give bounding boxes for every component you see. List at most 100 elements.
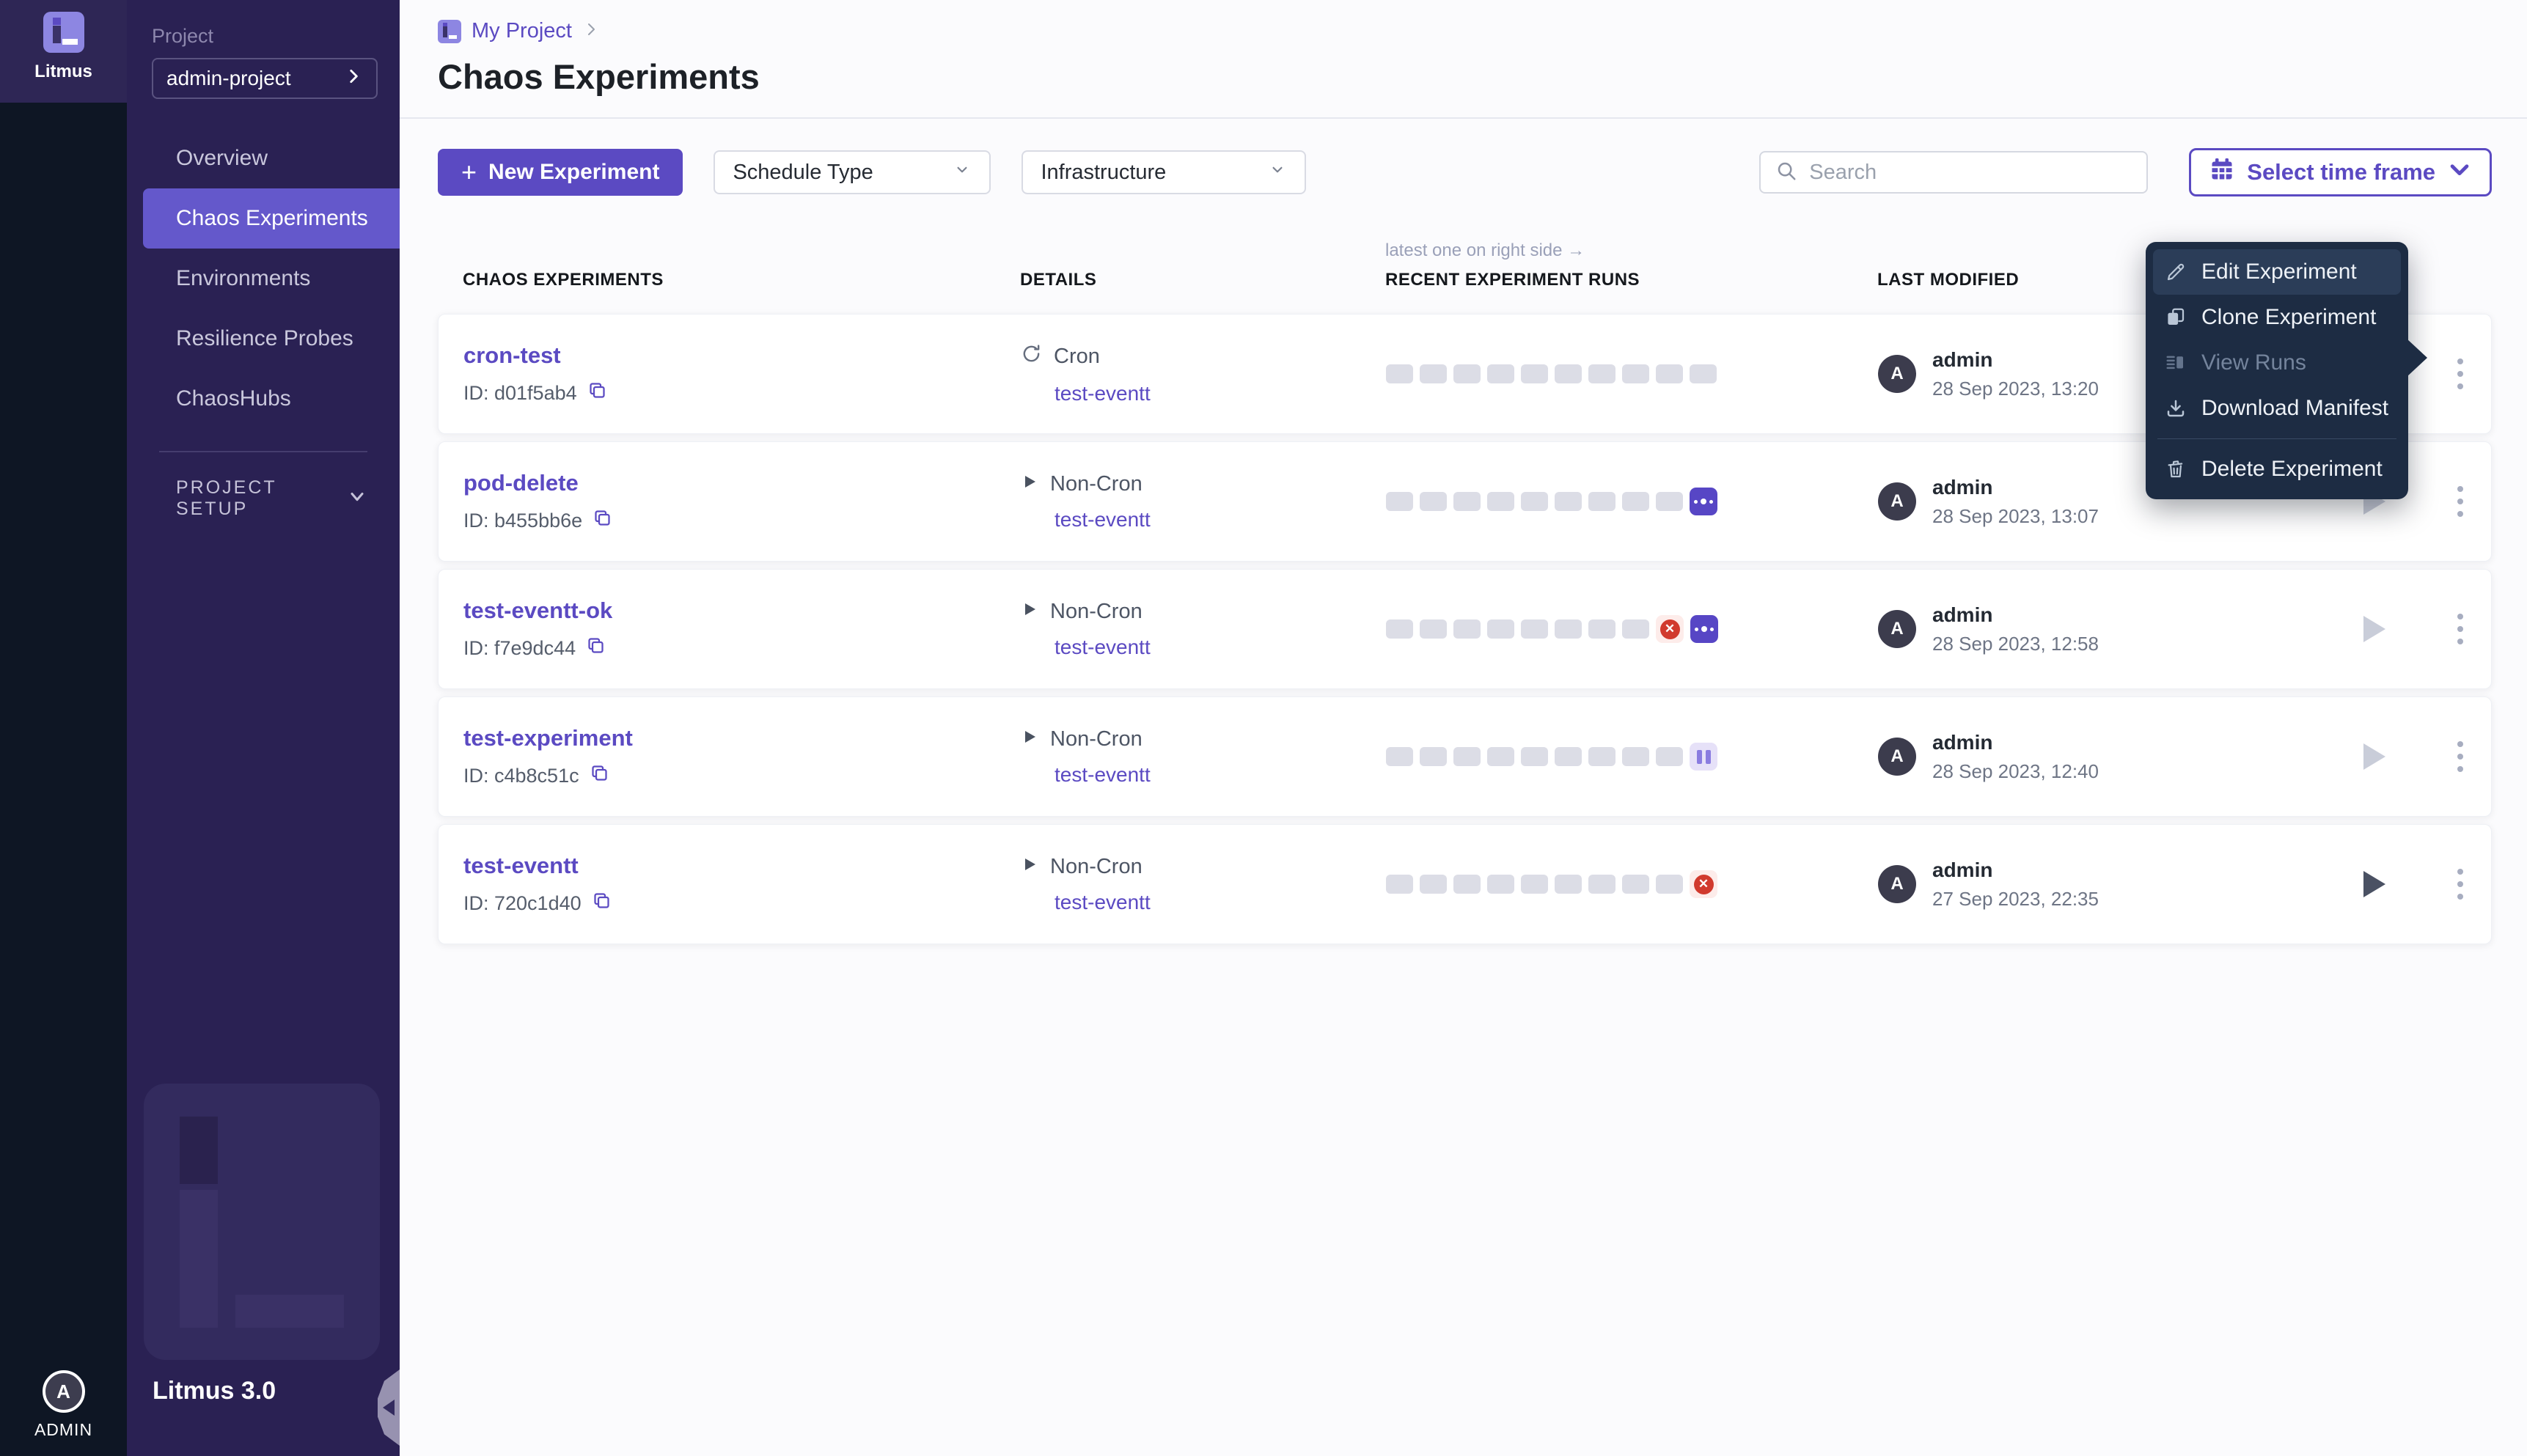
row-menu-button[interactable] — [2451, 735, 2469, 778]
run-status-pill-running — [1690, 615, 1718, 643]
last-modified-cell: A admin 28 Sep 2023, 12:40 — [1878, 731, 2358, 783]
schedule-type-select[interactable]: Schedule Type — [714, 150, 991, 194]
run-status-pill-none — [1420, 364, 1447, 383]
avatar: A — [1878, 482, 1916, 521]
experiment-name-link[interactable]: cron-test — [463, 342, 1021, 369]
experiment-id-label: ID: d01f5ab4 — [463, 382, 577, 405]
col-header-experiments: CHAOS EXPERIMENTS — [463, 270, 1020, 292]
admin-avatar[interactable]: A — [43, 1370, 85, 1413]
brand-block: Litmus — [0, 0, 127, 103]
modified-date-label: 27 Sep 2023, 22:35 — [1932, 888, 2099, 911]
copy-icon[interactable] — [592, 891, 612, 916]
non-cron-icon — [1021, 472, 1038, 496]
admin-role-label: ADMIN — [34, 1420, 92, 1440]
modified-date-label: 28 Sep 2023, 12:40 — [1932, 760, 2099, 783]
details-cell: Non-Cron test-eventt — [1021, 472, 1386, 532]
experiment-name-cell: test-eventt-ok ID: f7e9dc44 — [463, 598, 1021, 661]
infrastructure-link[interactable]: test-eventt — [1055, 763, 1386, 787]
chevron-down-icon — [2447, 157, 2472, 188]
main-content: My Project Chaos Experiments + New Exper… — [400, 0, 2527, 1456]
run-status-pill-none — [1487, 747, 1514, 766]
brand-label: Litmus — [34, 62, 92, 82]
table-row: test-experiment ID: c4b8c51c Non-Cron te… — [438, 696, 2492, 817]
experiment-name-link[interactable]: test-eventt — [463, 853, 1021, 879]
menu-item-edit-experiment[interactable]: Edit Experiment — [2153, 249, 2401, 295]
experiment-id-label: ID: f7e9dc44 — [463, 637, 576, 660]
last-modified-cell: A admin 28 Sep 2023, 12:58 — [1878, 603, 2358, 655]
row-context-menu: Edit Experiment Clone Experiment View Ru… — [2146, 242, 2408, 499]
run-status-pill-none — [1420, 747, 1447, 766]
run-status-pill-none — [1588, 875, 1615, 894]
copy-icon[interactable] — [590, 763, 609, 788]
download-icon — [2165, 397, 2187, 419]
litmus-watermark — [144, 1084, 380, 1360]
runs-hint-label: latest one on right side → — [1385, 240, 1877, 261]
sidebar-item-project-setup[interactable]: PROJECT SETUP — [176, 477, 367, 520]
breadcrumb-link[interactable]: My Project — [472, 19, 572, 43]
time-frame-button[interactable]: Select time frame — [2189, 148, 2492, 196]
user-block[interactable]: A ADMIN — [0, 1370, 127, 1440]
row-menu-button[interactable] — [2451, 353, 2469, 395]
run-status-pill-none — [1622, 364, 1649, 383]
sidebar-item-chaos-experiments[interactable]: Chaos Experiments — [143, 188, 400, 249]
version-label: Litmus 3.0 — [153, 1377, 276, 1405]
run-status-pill-none — [1555, 492, 1582, 511]
project-select[interactable]: admin-project — [152, 58, 378, 99]
search-icon — [1775, 160, 1797, 185]
run-experiment-button[interactable] — [2363, 616, 2385, 642]
experiment-name-link[interactable]: pod-delete — [463, 470, 1021, 496]
trash-icon — [2165, 458, 2187, 480]
sidebar-item-resilience-probes[interactable]: Resilience Probes — [127, 309, 400, 369]
experiment-name-cell: pod-delete ID: b455bb6e — [463, 470, 1021, 533]
copy-icon[interactable] — [587, 380, 607, 405]
menu-item-download-manifest[interactable]: Download Manifest — [2153, 386, 2401, 431]
left-rail: Litmus A ADMIN — [0, 0, 127, 1456]
experiment-name-link[interactable]: test-eventt-ok — [463, 598, 1021, 624]
infrastructure-select[interactable]: Infrastructure — [1022, 150, 1306, 194]
run-status-pill-none — [1588, 492, 1615, 511]
sidebar-item-chaoshubs[interactable]: ChaosHubs — [127, 369, 400, 429]
recent-runs-cell — [1386, 488, 1878, 515]
sidebar-item-overview[interactable]: Overview — [127, 128, 400, 188]
non-cron-icon — [1021, 600, 1038, 624]
sidebar-item-environments[interactable]: Environments — [127, 249, 400, 309]
infrastructure-link[interactable]: test-eventt — [1055, 508, 1386, 532]
new-experiment-button[interactable]: + New Experiment — [438, 149, 683, 196]
menu-item-clone-experiment[interactable]: Clone Experiment — [2153, 295, 2401, 340]
run-status-pill-none — [1521, 619, 1548, 639]
run-status-pill-none — [1656, 875, 1683, 894]
infrastructure-link[interactable]: test-eventt — [1055, 891, 1386, 914]
copy-icon[interactable] — [586, 636, 606, 661]
litmus-logo-icon — [43, 12, 84, 53]
experiment-id-label: ID: 720c1d40 — [463, 892, 582, 915]
infrastructure-link[interactable]: test-eventt — [1055, 636, 1386, 659]
menu-item-label: Clone Experiment — [2201, 305, 2376, 330]
experiment-name-link[interactable]: test-experiment — [463, 725, 1021, 751]
run-status-pill-none — [1386, 364, 1413, 383]
sidebar-collapse-handle[interactable] — [378, 1369, 400, 1446]
modified-date-label: 28 Sep 2023, 13:07 — [1932, 505, 2099, 528]
run-experiment-button[interactable] — [2363, 871, 2385, 897]
menu-item-delete-experiment[interactable]: Delete Experiment — [2153, 446, 2401, 492]
row-menu-button[interactable] — [2451, 480, 2469, 523]
row-menu-button[interactable] — [2451, 863, 2469, 905]
run-experiment-button[interactable] — [2363, 743, 2385, 770]
run-status-pill-none — [1487, 364, 1514, 383]
experiment-id-label: ID: b455bb6e — [463, 510, 582, 532]
menu-item-label: Delete Experiment — [2201, 457, 2383, 482]
schedule-type-label: Cron — [1054, 345, 1100, 369]
run-status-pill-none — [1420, 875, 1447, 894]
copy-icon[interactable] — [593, 508, 612, 533]
infrastructure-link[interactable]: test-eventt — [1055, 382, 1386, 405]
sidebar-item-label: Resilience Probes — [176, 326, 353, 351]
recent-runs-cell — [1386, 364, 1878, 383]
row-menu-button[interactable] — [2451, 608, 2469, 650]
search-box — [1759, 151, 2148, 194]
run-status-pill-none — [1656, 364, 1683, 383]
col-header-details: DETAILS — [1020, 270, 1385, 292]
run-status-pill-none — [1521, 492, 1548, 511]
search-input[interactable] — [1809, 161, 2132, 185]
run-status-pill-none — [1487, 492, 1514, 511]
runs-icon — [2165, 352, 2187, 374]
run-status-pill-none — [1588, 364, 1615, 383]
